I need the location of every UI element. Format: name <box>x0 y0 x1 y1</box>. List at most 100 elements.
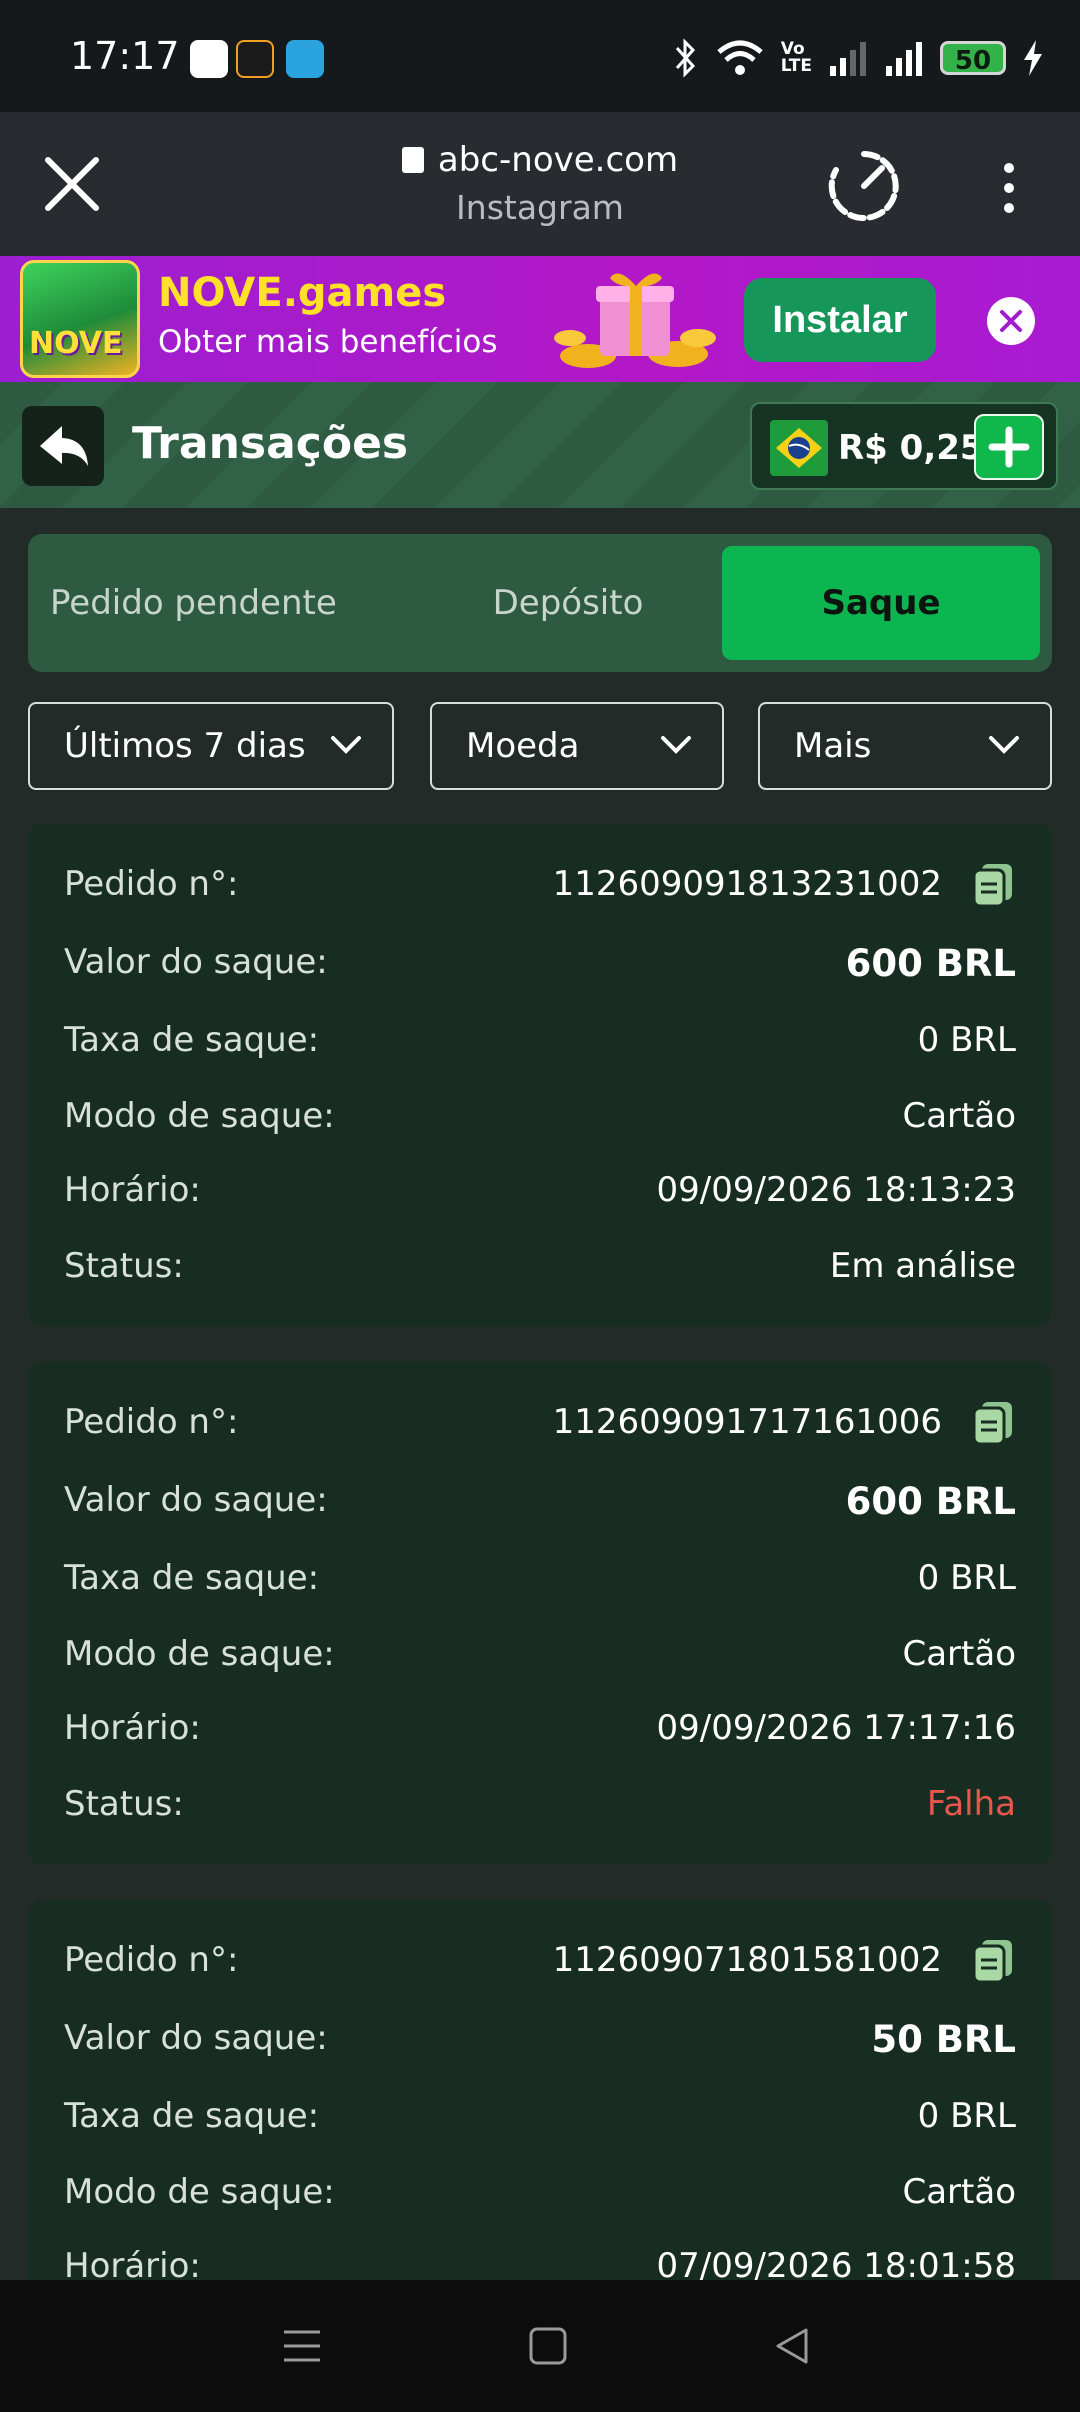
withdraw-fee: 0 BRL <box>917 1020 1016 1060</box>
back-icon[interactable] <box>770 2324 814 2368</box>
withdraw-mode: Cartão <box>902 2172 1016 2212</box>
page-title: Transações <box>132 418 409 469</box>
tab-pending[interactable]: Pedido pendente <box>40 546 380 660</box>
period-filter[interactable]: Últimos 7 dias <box>28 702 394 790</box>
amount-row: Valor do saque: 600 BRL <box>64 1480 1016 1530</box>
mode-label: Modo de saque: <box>64 1096 335 1136</box>
balance-amount: R$ 0,25 <box>838 428 984 468</box>
chevron-down-icon <box>989 736 1019 754</box>
transaction-card: Pedido n°: 112609091813231002 Valor do s… <box>28 824 1052 1326</box>
wifi-icon <box>717 40 763 75</box>
order-id: 112609071801581002 <box>552 1940 942 1980</box>
amount-label: Valor do saque: <box>64 1480 328 1520</box>
withdraw-amount: 600 BRL <box>845 942 1016 985</box>
app-logo-text: NOVE <box>29 326 123 361</box>
order-id: 112609091717161006 <box>552 1402 942 1442</box>
charging-icon <box>1024 40 1042 76</box>
fee-label: Taxa de saque: <box>64 2096 320 2136</box>
system-nav-bar <box>0 2280 1080 2412</box>
tab-withdraw[interactable]: Saque <box>722 546 1040 660</box>
back-arrow-icon <box>40 426 88 466</box>
status-icons: Vo LTE 50 <box>673 36 1044 80</box>
add-funds-button[interactable] <box>974 414 1044 480</box>
withdraw-fee: 0 BRL <box>917 2096 1016 2136</box>
banner-subtitle: Obter mais benefícios <box>158 324 498 360</box>
browser-source: Instagram <box>456 188 624 227</box>
currency-filter-label: Moeda <box>466 726 580 766</box>
mode-row: Modo de saque: Cartão <box>64 1634 1016 1684</box>
amount-label: Valor do saque: <box>64 2018 328 2058</box>
url-text: abc-nove.com <box>437 140 679 180</box>
install-button[interactable]: Instalar <box>744 278 936 362</box>
withdraw-time: 09/09/2026 18:13:23 <box>656 1170 1016 1210</box>
signal-icon <box>886 42 922 76</box>
mail-app-icon <box>190 40 228 78</box>
order-row: Pedido n°: 112609091717161006 <box>64 1402 1016 1452</box>
fee-row: Taxa de saque: 0 BRL <box>64 1020 1016 1070</box>
signal-icon <box>830 42 866 76</box>
order-row: Pedido n°: 112609071801581002 <box>64 1940 1016 1990</box>
mode-label: Modo de saque: <box>64 2172 335 2212</box>
telegram-icon <box>286 40 324 78</box>
volte-icon: Vo LTE <box>780 39 812 76</box>
copy-icon[interactable] <box>970 860 1016 908</box>
fee-label: Taxa de saque: <box>64 1558 320 1598</box>
install-banner: NOVE NOVE.games Obter mais benefícios In… <box>0 256 1080 382</box>
lock-icon <box>401 147 424 173</box>
amount-row: Valor do saque: 600 BRL <box>64 942 1016 992</box>
balance-widget: R$ 0,25 <box>750 402 1058 490</box>
time-label: Horário: <box>64 1170 201 1210</box>
status-time: 17:17 <box>70 34 180 78</box>
back-button[interactable] <box>22 406 104 486</box>
copy-icon[interactable] <box>970 1398 1016 1446</box>
amount-row: Valor do saque: 50 BRL <box>64 2018 1016 2068</box>
currency-filter[interactable]: Moeda <box>430 702 724 790</box>
time-label: Horário: <box>64 1708 201 1748</box>
tab-deposit[interactable]: Depósito <box>428 546 708 660</box>
more-filter[interactable]: Mais <box>758 702 1052 790</box>
speedometer-icon[interactable] <box>826 148 902 224</box>
fee-row: Taxa de saque: 0 BRL <box>64 1558 1016 1608</box>
copy-icon[interactable] <box>970 1936 1016 1984</box>
app-logo: NOVE <box>20 260 140 378</box>
time-row: Horário: 09/09/2026 18:13:23 <box>64 1170 1016 1220</box>
status-row: Status: Falha <box>64 1784 1016 1834</box>
bluetooth-icon <box>675 38 695 78</box>
app-header: Transações R$ 0,25 <box>0 382 1080 508</box>
status-row: Status: Em análise <box>64 1246 1016 1296</box>
withdraw-fee: 0 BRL <box>917 1558 1016 1598</box>
mode-label: Modo de saque: <box>64 1634 335 1674</box>
fee-label: Taxa de saque: <box>64 1020 320 1060</box>
more-vert-icon[interactable] <box>1000 160 1018 216</box>
amount-label: Valor do saque: <box>64 942 328 982</box>
order-label: Pedido n°: <box>64 1402 239 1442</box>
order-id: 112609091813231002 <box>552 864 942 904</box>
home-icon[interactable] <box>526 2324 570 2368</box>
url-display[interactable]: abc-nove.com <box>0 140 1080 180</box>
gift-coins-icon <box>554 273 716 368</box>
close-banner-icon[interactable] <box>986 296 1036 346</box>
banner-title: NOVE.games <box>158 270 447 316</box>
mode-row: Modo de saque: Cartão <box>64 2172 1016 2222</box>
menu-icon[interactable] <box>280 2324 324 2368</box>
browser-toolbar: abc-nove.com Instagram <box>0 112 1080 256</box>
withdraw-mode: Cartão <box>902 1634 1016 1674</box>
status-value: Em análise <box>829 1246 1016 1286</box>
mode-row: Modo de saque: Cartão <box>64 1096 1016 1146</box>
period-filter-label: Últimos 7 dias <box>64 726 306 766</box>
status-bar: 17:17 Vo LTE 50 <box>0 0 1080 112</box>
order-row: Pedido n°: 112609091813231002 <box>64 864 1016 914</box>
battery-icon: 50 <box>940 41 1006 76</box>
withdraw-amount: 600 BRL <box>845 1480 1016 1523</box>
transaction-card: Pedido n°: 112609091717161006 Valor do s… <box>28 1362 1052 1864</box>
fee-row: Taxa de saque: 0 BRL <box>64 2096 1016 2146</box>
time-row: Horário: 09/09/2026 17:17:16 <box>64 1708 1016 1758</box>
flame-app-icon <box>236 40 274 78</box>
status-label: Status: <box>64 1246 184 1286</box>
order-label: Pedido n°: <box>64 1940 239 1980</box>
chevron-down-icon <box>331 736 361 754</box>
plus-icon <box>988 426 1030 468</box>
transaction-tabs: Pedido pendente Depósito Saque <box>28 534 1052 672</box>
withdraw-time: 09/09/2026 17:17:16 <box>656 1708 1016 1748</box>
withdraw-amount: 50 BRL <box>871 2018 1016 2061</box>
